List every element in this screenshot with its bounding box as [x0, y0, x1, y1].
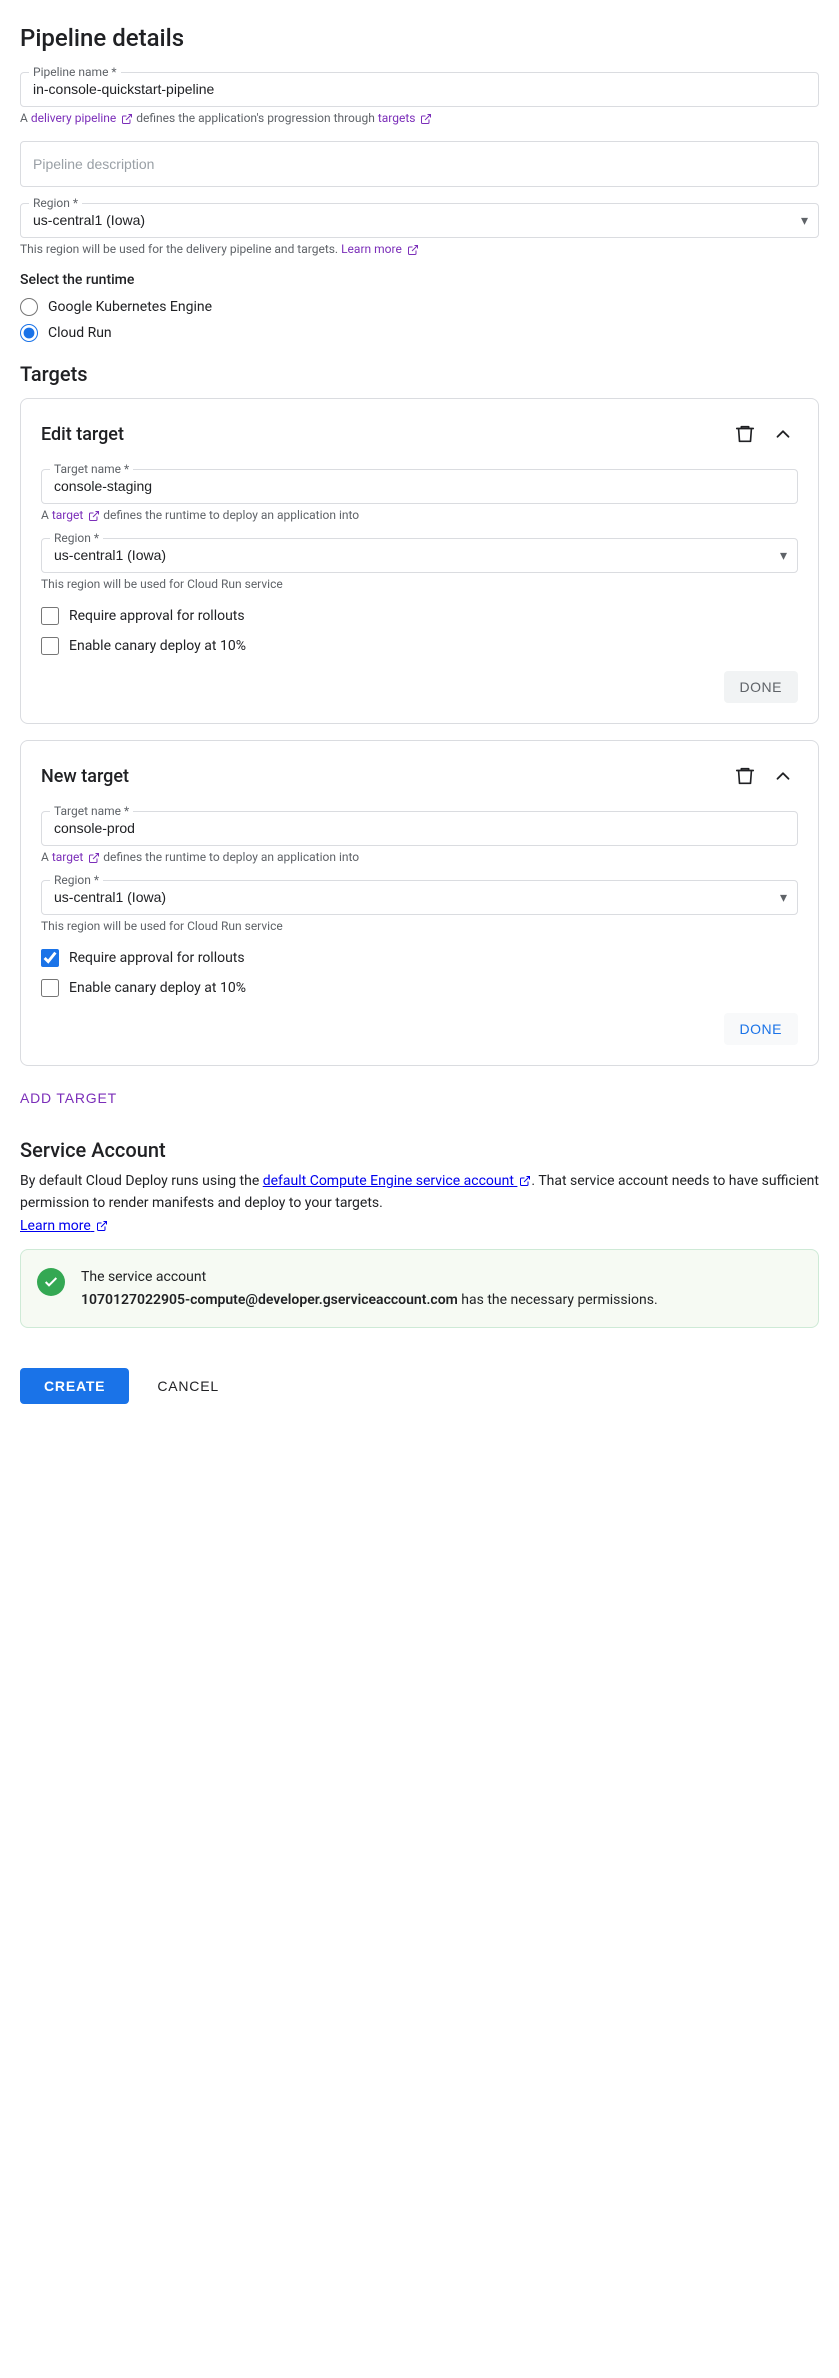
new-target-require-approval-checkbox[interactable] — [41, 949, 59, 967]
bottom-actions: CREATE CANCEL — [20, 1352, 819, 1404]
edit-target-region-group: Region * us-central1 (Iowa) ▾ This regio… — [41, 538, 798, 591]
edit-target-card-header: Edit target — [41, 419, 798, 449]
service-account-description: By default Cloud Deploy runs using the d… — [20, 1170, 819, 1237]
new-target-name-helper: A target defines the runtime to deploy a… — [41, 850, 798, 864]
new-target-region-select-wrapper: Region * us-central1 (Iowa) ▾ — [41, 880, 798, 915]
edit-target-region-select[interactable]: us-central1 (Iowa) — [54, 547, 761, 563]
region-helper-text: This region will be used for the deliver… — [20, 242, 819, 256]
edit-target-done-button[interactable]: DONE — [724, 671, 798, 703]
edit-target-card-title: Edit target — [41, 424, 124, 445]
new-target-name-label: Target name * — [50, 804, 133, 818]
new-target-collapse-button[interactable] — [768, 761, 798, 791]
region-select[interactable]: us-central1 (Iowa) us-east1 (South Carol… — [33, 212, 782, 228]
new-target-canary-group: Enable canary deploy at 10% — [41, 979, 798, 997]
new-target-card-header: New target — [41, 761, 798, 791]
new-target-region-label: Region * — [50, 873, 103, 887]
chevron-up-icon — [772, 423, 794, 445]
runtime-section: Select the runtime Google Kubernetes Eng… — [20, 272, 819, 342]
edit-target-region-select-wrapper: Region * us-central1 (Iowa) ▾ — [41, 538, 798, 573]
service-account-learn-more-link[interactable]: Learn more — [20, 1218, 108, 1234]
runtime-cloudrun-radio[interactable] — [20, 324, 38, 342]
edit-target-canary-checkbox[interactable] — [41, 637, 59, 655]
edit-target-name-group: Target name * A target defines the runti… — [41, 469, 798, 522]
checkmark-icon — [43, 1274, 59, 1290]
region-select-wrapper: Region * us-central1 (Iowa) us-east1 (So… — [20, 203, 819, 238]
edit-target-name-helper: A target defines the runtime to deploy a… — [41, 508, 798, 522]
service-account-email: 1070127022905-compute@developer.gservice… — [81, 1292, 458, 1308]
runtime-gke-option[interactable]: Google Kubernetes Engine — [20, 298, 819, 316]
new-target-name-group: Target name * A target defines the runti… — [41, 811, 798, 864]
edit-target-region-dropdown-icon: ▾ — [780, 548, 787, 564]
region-label: Region * — [29, 196, 82, 210]
pipeline-name-label: Pipeline name * — [29, 65, 121, 79]
new-target-require-approval-label: Require approval for rollouts — [69, 950, 245, 966]
service-account-success-box: The service account 1070127022905-comput… — [20, 1249, 819, 1328]
new-target-done-button[interactable]: DONE — [724, 1013, 798, 1045]
edit-target-name-input-wrapper: Target name * — [41, 469, 798, 504]
edit-target-name-input[interactable] — [54, 478, 785, 494]
edit-target-name-label: Target name * — [50, 462, 133, 476]
new-target-canary-label: Enable canary deploy at 10% — [69, 980, 246, 996]
pipeline-description-group — [20, 141, 819, 187]
edit-target-region-label: Region * — [50, 531, 103, 545]
edit-target-done-wrapper: DONE — [41, 671, 798, 703]
edit-target-card: Edit target Target name * — [20, 398, 819, 724]
new-target-done-wrapper: DONE — [41, 1013, 798, 1045]
trash-icon — [734, 423, 756, 445]
runtime-label: Select the runtime — [20, 272, 819, 288]
trash-icon-2 — [734, 765, 756, 787]
new-target-link[interactable]: target — [52, 850, 100, 864]
new-target-region-select[interactable]: us-central1 (Iowa) — [54, 889, 761, 905]
service-account-success-icon — [37, 1268, 65, 1296]
pipeline-name-input-wrapper: Pipeline name * — [20, 72, 819, 107]
new-target-card-title: New target — [41, 766, 129, 787]
edit-target-link[interactable]: target — [52, 508, 100, 522]
edit-target-canary-label: Enable canary deploy at 10% — [69, 638, 246, 654]
edit-target-require-approval-checkbox[interactable] — [41, 607, 59, 625]
runtime-radio-group: Google Kubernetes Engine Cloud Run — [20, 298, 819, 342]
edit-target-collapse-button[interactable] — [768, 419, 798, 449]
page-title: Pipeline details — [20, 24, 819, 52]
pipeline-name-input[interactable] — [33, 81, 806, 97]
pipeline-name-group: Pipeline name * A delivery pipeline defi… — [20, 72, 819, 125]
pipeline-name-helper: A delivery pipeline defines the applicat… — [20, 111, 819, 125]
pipeline-description-input[interactable] — [20, 141, 819, 187]
new-target-region-dropdown-icon: ▾ — [780, 890, 787, 906]
new-target-name-input-wrapper: Target name * — [41, 811, 798, 846]
runtime-cloudrun-option[interactable]: Cloud Run — [20, 324, 819, 342]
edit-target-canary-group: Enable canary deploy at 10% — [41, 637, 798, 655]
runtime-gke-radio[interactable] — [20, 298, 38, 316]
service-account-title: Service Account — [20, 1138, 819, 1162]
edit-target-actions — [730, 419, 798, 449]
runtime-cloudrun-label: Cloud Run — [48, 325, 112, 341]
service-account-link[interactable]: default Compute Engine service account — [263, 1173, 532, 1189]
edit-target-region-helper: This region will be used for Cloud Run s… — [41, 577, 798, 591]
new-target-actions — [730, 761, 798, 791]
service-account-section: Service Account By default Cloud Deploy … — [20, 1138, 819, 1328]
new-target-region-helper: This region will be used for Cloud Run s… — [41, 919, 798, 933]
new-target-delete-button[interactable] — [730, 761, 760, 791]
delivery-pipeline-link[interactable]: delivery pipeline — [31, 111, 133, 125]
runtime-gke-label: Google Kubernetes Engine — [48, 299, 212, 315]
new-target-canary-checkbox[interactable] — [41, 979, 59, 997]
create-button[interactable]: CREATE — [20, 1368, 129, 1404]
region-group: Region * us-central1 (Iowa) us-east1 (So… — [20, 203, 819, 256]
targets-section-title: Targets — [20, 362, 819, 386]
chevron-up-icon-2 — [772, 765, 794, 787]
service-account-success-text: The service account 1070127022905-comput… — [81, 1266, 658, 1311]
new-target-region-group: Region * us-central1 (Iowa) ▾ This regio… — [41, 880, 798, 933]
region-learn-more-link[interactable]: Learn more — [341, 242, 419, 256]
edit-target-require-approval-group: Require approval for rollouts — [41, 607, 798, 625]
targets-link[interactable]: targets — [378, 111, 433, 125]
cancel-button[interactable]: CANCEL — [141, 1368, 235, 1404]
add-target-button[interactable]: ADD TARGET — [20, 1082, 117, 1114]
new-target-name-input[interactable] — [54, 820, 785, 836]
edit-target-delete-button[interactable] — [730, 419, 760, 449]
edit-target-require-approval-label: Require approval for rollouts — [69, 608, 245, 624]
new-target-card: New target Target name * — [20, 740, 819, 1066]
region-dropdown-icon: ▾ — [801, 213, 808, 229]
new-target-require-approval-group: Require approval for rollouts — [41, 949, 798, 967]
